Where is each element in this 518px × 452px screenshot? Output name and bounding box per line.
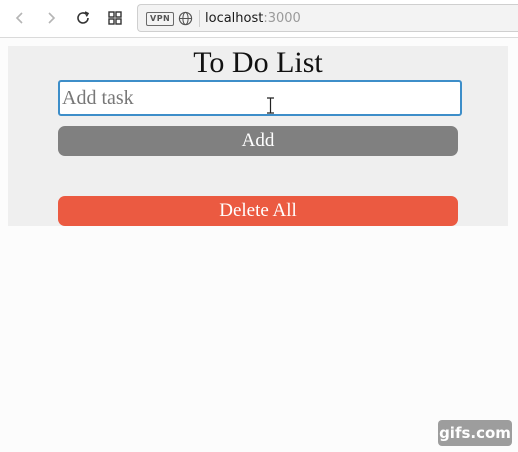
back-button[interactable] [9, 7, 31, 29]
delete-all-button[interactable]: Delete All [58, 196, 458, 226]
reload-icon [77, 11, 90, 24]
url-host: localhost [205, 11, 264, 26]
forward-button[interactable] [40, 7, 62, 29]
tab-grid-icon [108, 11, 122, 25]
url-port: :3000 [263, 11, 301, 26]
page-title: To Do List [193, 46, 323, 79]
text-cursor-icon [267, 97, 274, 114]
add-task-input[interactable] [58, 80, 462, 116]
globe-icon [178, 11, 193, 26]
browser-toolbar: VPN localhost:3000 [0, 0, 518, 38]
vpn-badge[interactable]: VPN [146, 12, 175, 26]
address-separator [199, 10, 200, 27]
todo-app: To Do List Add Delete All [8, 46, 508, 226]
reload-button[interactable] [72, 7, 94, 29]
add-button[interactable]: Add [58, 126, 458, 156]
tabs-button[interactable] [104, 7, 126, 29]
url-text[interactable]: localhost:3000 [205, 11, 301, 26]
back-arrow-icon [15, 12, 23, 24]
watermark: gifs.com [438, 420, 512, 446]
address-bar[interactable]: VPN localhost:3000 [137, 4, 518, 32]
forward-arrow-icon [48, 12, 56, 24]
